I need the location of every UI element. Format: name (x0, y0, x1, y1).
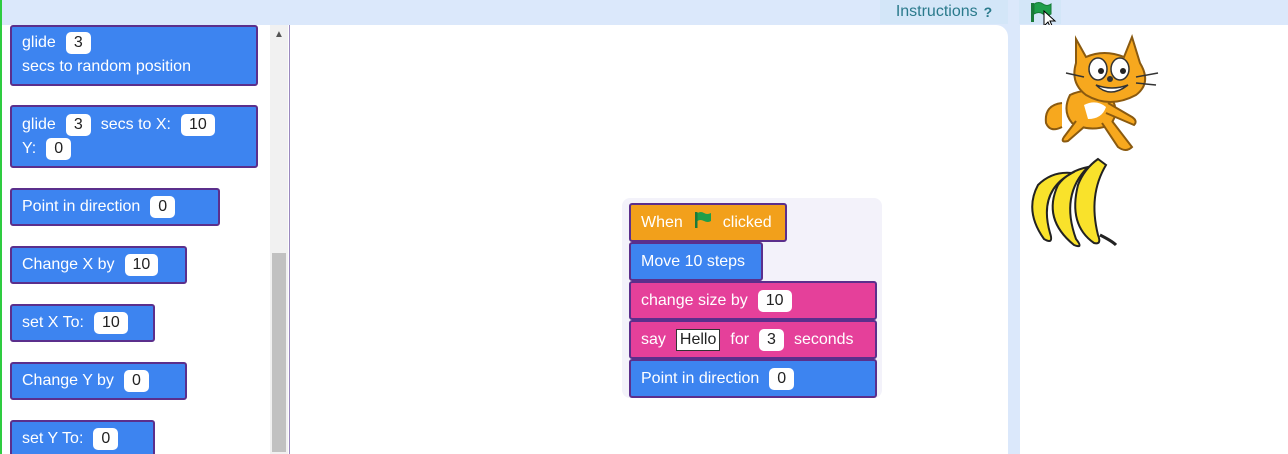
direction-input[interactable]: 0 (769, 367, 795, 390)
green-flag-icon (694, 211, 711, 228)
block-label: glide (22, 116, 56, 133)
block-label: secs to random position (22, 58, 191, 75)
help-icon: ? (983, 4, 993, 20)
glide-seconds-input[interactable]: 3 (65, 114, 91, 136)
change-size-block[interactable]: change size by 10 (629, 281, 877, 320)
block-label: set Y To: (22, 430, 84, 447)
size-input[interactable]: 10 (757, 289, 792, 312)
glide-seconds-input[interactable]: 3 (65, 32, 91, 54)
block-label: Move 10 steps (641, 252, 746, 270)
palette-scrollbar[interactable]: ▲ (270, 25, 288, 454)
block-label: Change Y by (22, 372, 114, 389)
block-label: Point in direction (22, 198, 141, 215)
script-area[interactable]: When clicked Move 10 steps change size b… (290, 25, 1008, 454)
instructions-label: Instructions (895, 3, 978, 20)
when-flag-clicked-block[interactable]: When clicked (629, 203, 787, 242)
say-for-seconds-block[interactable]: say Hello for 3 seconds (629, 320, 877, 359)
block-palette[interactable]: glide 3 secs to random position glide 3 … (2, 25, 290, 454)
direction-input[interactable]: 0 (150, 196, 176, 218)
block-label: Y: (22, 140, 37, 157)
glide-x-input[interactable]: 10 (180, 114, 215, 136)
block-label: change size by (641, 291, 748, 309)
set-x-input[interactable]: 10 (93, 312, 128, 334)
set-y-block[interactable]: set Y To: 0 (10, 420, 155, 454)
block-label: seconds (793, 330, 854, 348)
block-label: for (730, 330, 750, 348)
block-label: When (641, 213, 683, 231)
block-label: Point in direction (641, 369, 760, 387)
say-seconds-input[interactable]: 3 (759, 328, 784, 351)
scroll-up-arrow-icon[interactable]: ▲ (270, 29, 288, 43)
block-label: say (641, 330, 666, 348)
say-message-input[interactable]: Hello (675, 328, 721, 351)
move-steps-block[interactable]: Move 10 steps (629, 242, 763, 281)
green-flag-button[interactable] (1019, 0, 1061, 30)
change-y-input[interactable]: 0 (123, 370, 149, 392)
scrollbar-thumb[interactable] (272, 253, 286, 452)
block-label: Change X by (22, 256, 115, 273)
change-x-block[interactable]: Change X by 10 (10, 246, 187, 284)
block-label: clicked (722, 213, 772, 231)
banana-sprite[interactable] (1028, 155, 1128, 250)
glide-random-block[interactable]: glide 3 secs to random position (10, 25, 258, 86)
point-direction-block[interactable]: Point in direction 0 (10, 188, 220, 226)
glide-y-input[interactable]: 0 (46, 138, 72, 160)
block-label: secs to X: (100, 116, 171, 133)
set-x-block[interactable]: set X To: 10 (10, 304, 155, 342)
instructions-button[interactable]: Instructions ? (880, 0, 1008, 24)
cat-sprite[interactable] (1040, 33, 1170, 158)
block-label: glide (22, 34, 56, 51)
glide-xy-block[interactable]: glide 3 secs to X: 10 Y: 0 (10, 105, 258, 168)
point-direction-script-block[interactable]: Point in direction 0 (629, 359, 877, 398)
change-y-block[interactable]: Change Y by 0 (10, 362, 187, 400)
set-y-input[interactable]: 0 (93, 428, 119, 450)
change-x-input[interactable]: 10 (124, 254, 159, 276)
stage[interactable] (1020, 25, 1288, 454)
block-label: set X To: (22, 314, 84, 331)
